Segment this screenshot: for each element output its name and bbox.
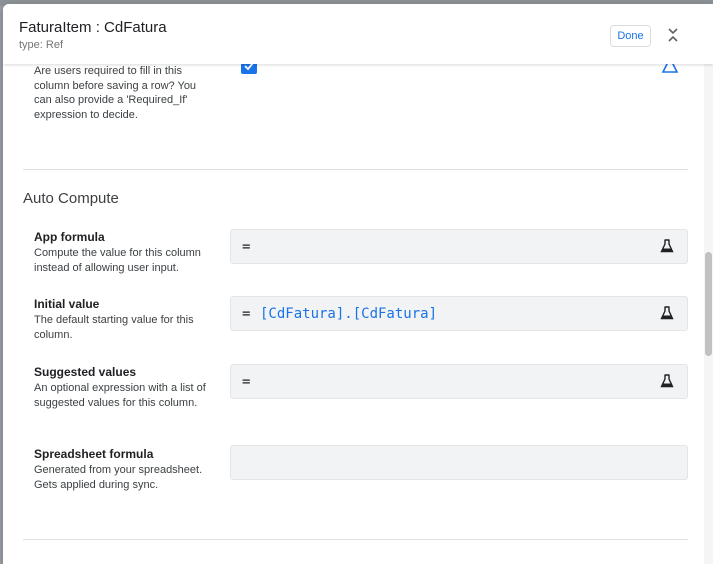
done-button[interactable]: Done bbox=[610, 25, 651, 47]
suggested-values-description: An optional expression with a list of su… bbox=[34, 382, 206, 409]
initial-value-label: Initial value bbox=[34, 297, 100, 311]
scrollbar-thumb[interactable] bbox=[705, 252, 712, 356]
initial-value-expression: [CdFatura].[CdFatura] bbox=[260, 306, 438, 322]
spreadsheet-formula-field bbox=[230, 445, 688, 480]
dialog-content: Are users required to fill in this colum… bbox=[3, 64, 703, 564]
spreadsheet-formula-description: Generated from your spreadsheet. Gets ap… bbox=[34, 464, 203, 491]
app-formula-input[interactable]: = bbox=[230, 229, 688, 264]
equals-prefix: = bbox=[242, 306, 251, 322]
required-description: Are users required to fill in this colum… bbox=[34, 65, 197, 121]
flask-icon[interactable] bbox=[660, 239, 674, 258]
section-divider bbox=[23, 539, 688, 540]
equals-prefix: = bbox=[242, 374, 251, 390]
suggested-values-input[interactable]: = bbox=[230, 364, 688, 399]
suggested-values-label: Suggested values bbox=[34, 365, 137, 379]
section-divider bbox=[23, 169, 688, 170]
initial-value-description: The default starting value for this colu… bbox=[34, 314, 194, 341]
dialog-header: FaturaItem : CdFatura type: Ref Done bbox=[3, 4, 713, 64]
app-formula-label: App formula bbox=[34, 230, 105, 244]
collapse-icon[interactable] bbox=[665, 24, 681, 46]
initial-value-input[interactable]: = [CdFatura].[CdFatura] bbox=[230, 296, 688, 331]
column-editor-dialog: FaturaItem : CdFatura type: Ref Done Are… bbox=[3, 4, 713, 564]
flask-icon[interactable] bbox=[660, 306, 674, 325]
app-formula-description: Compute the value for this column instea… bbox=[34, 247, 201, 274]
column-title: FaturaItem : CdFatura bbox=[19, 19, 167, 36]
auto-compute-title: Auto Compute bbox=[23, 190, 119, 207]
required-expression-flask-icon[interactable] bbox=[661, 64, 679, 79]
required-checkbox[interactable] bbox=[241, 64, 257, 74]
scrollbar[interactable] bbox=[704, 64, 713, 564]
equals-prefix: = bbox=[242, 239, 251, 255]
spreadsheet-formula-label: Spreadsheet formula bbox=[34, 447, 154, 461]
flask-icon[interactable] bbox=[660, 374, 674, 393]
column-type: type: Ref bbox=[19, 39, 64, 51]
